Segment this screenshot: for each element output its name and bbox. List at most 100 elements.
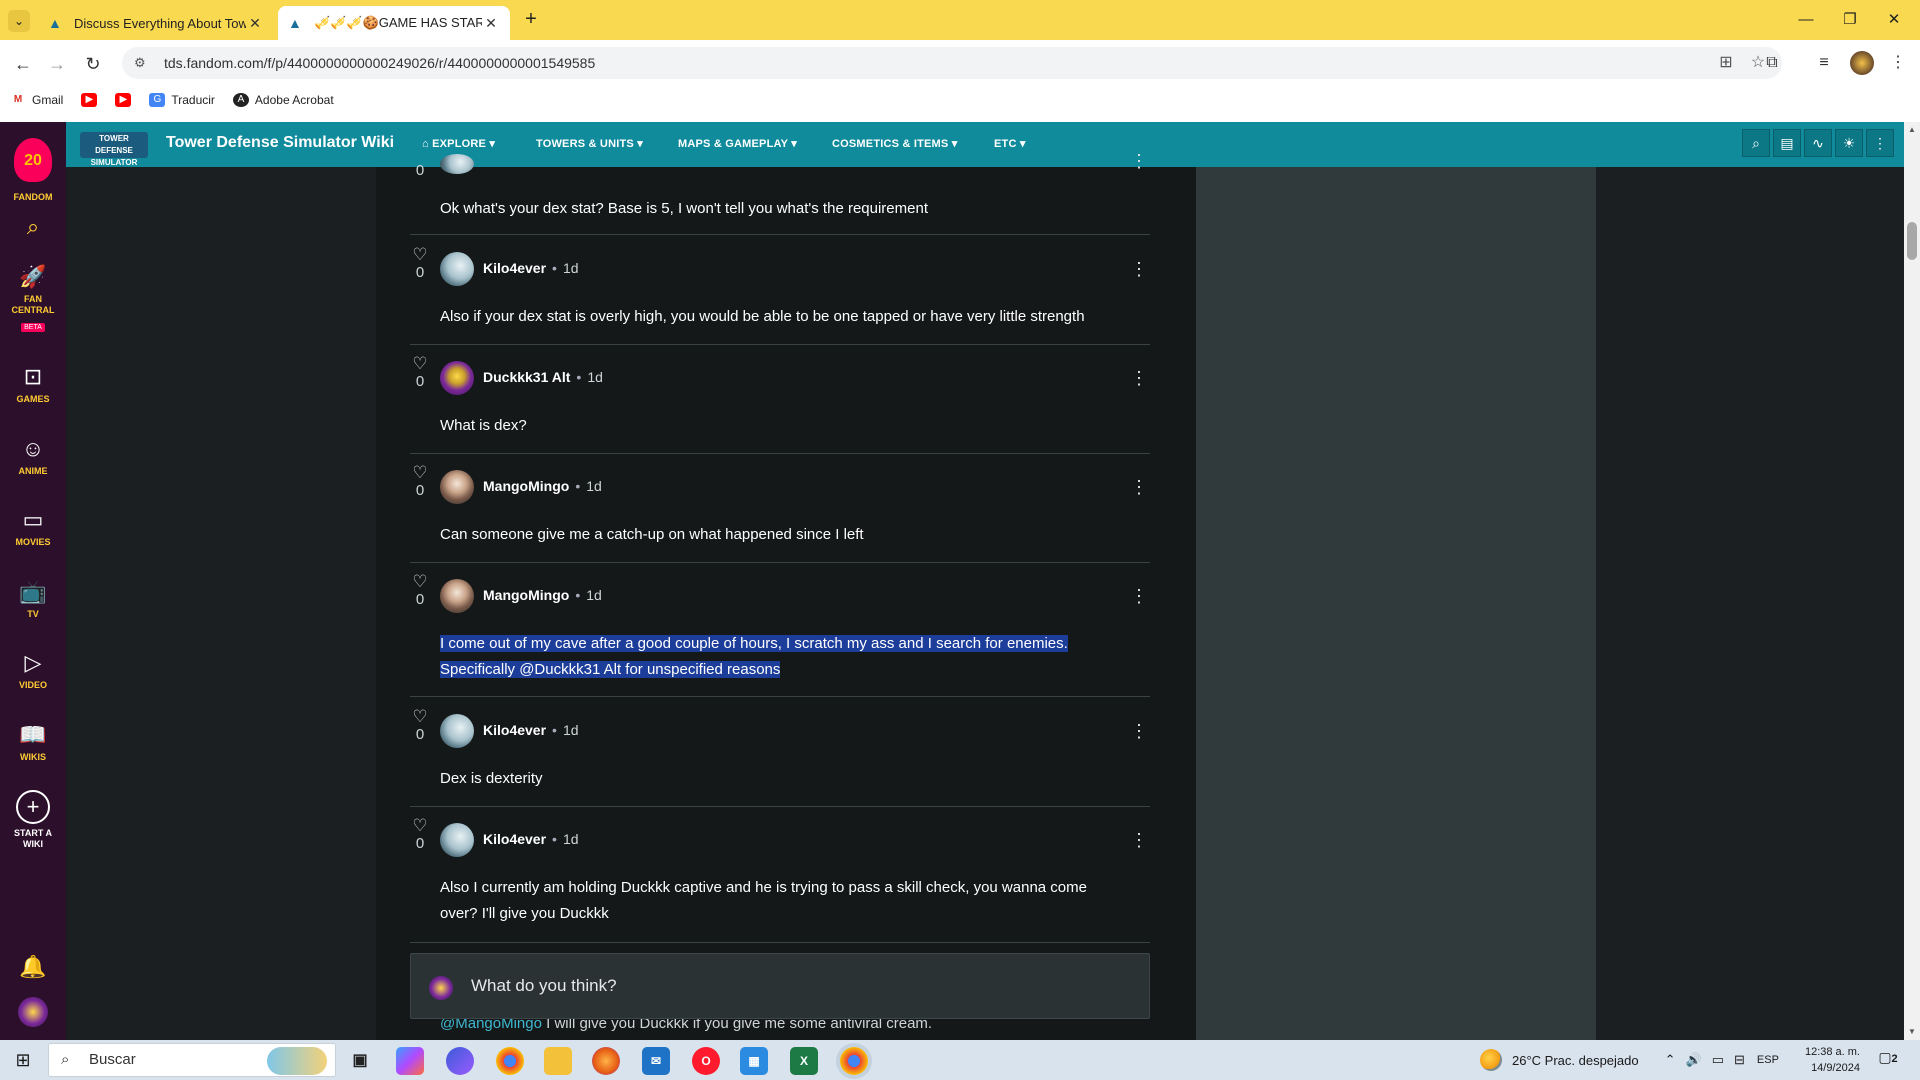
more-kebab-icon[interactable]: ⋮ bbox=[1130, 150, 1148, 172]
bookmark-traducir[interactable]: G Traducir bbox=[149, 93, 215, 107]
more-kebab-icon[interactable]: ⋮ bbox=[1130, 585, 1148, 607]
weather-text[interactable]: 26°C Prac. despejado bbox=[1512, 1053, 1639, 1068]
mail-icon[interactable]: ✉ bbox=[642, 1047, 670, 1075]
rail-item-anime[interactable]: ☺ ANIME bbox=[0, 436, 66, 477]
tab-game-has-started[interactable]: ▲ 🎺🎺🎺🍪GAME HAS STARTE ✕ bbox=[278, 6, 510, 40]
window-close-icon[interactable]: ✕ bbox=[1874, 8, 1914, 32]
heart-icon[interactable]: ♡ bbox=[410, 464, 430, 482]
heart-icon[interactable]: ♡ bbox=[410, 573, 430, 591]
nav-maps-gameplay[interactable]: MAPS & GAMEPLAY ▾ bbox=[678, 137, 797, 150]
menu-kebab-icon[interactable]: ⋮ bbox=[1886, 51, 1910, 75]
more-kebab-icon[interactable]: ⋮ bbox=[1130, 720, 1148, 742]
read-mode-book-icon[interactable]: ▤ bbox=[1773, 129, 1801, 157]
rail-item-fan-central[interactable]: 🚀 FAN CENTRAL BETA bbox=[0, 264, 66, 334]
clock[interactable]: 12:38 a. m. 14/9/2024 bbox=[1790, 1044, 1860, 1076]
reload-icon[interactable]: ↻ bbox=[80, 51, 106, 77]
heart-icon[interactable]: ♡ bbox=[410, 355, 430, 373]
wiki-title[interactable]: Tower Defense Simulator Wiki bbox=[166, 134, 394, 152]
avatar[interactable] bbox=[440, 714, 474, 748]
tab-discuss[interactable]: ▲ Discuss Everything About Towe ✕ bbox=[38, 6, 274, 40]
user-avatar[interactable] bbox=[0, 997, 66, 1027]
nav-cosmetics-items[interactable]: COSMETICS & ITEMS ▾ bbox=[832, 137, 957, 150]
activity-pulse-icon[interactable]: ∿ bbox=[1804, 129, 1832, 157]
rail-item-games[interactable]: ⊡ GAMES bbox=[0, 364, 66, 405]
bookmark-adobe-acrobat[interactable]: A Adobe Acrobat bbox=[232, 93, 334, 107]
heart-icon[interactable]: ♡ bbox=[410, 817, 430, 835]
scroll-down-icon[interactable]: ▼ bbox=[1906, 1026, 1918, 1038]
fandom-tab-icon: ▲ bbox=[48, 15, 62, 31]
app-icon[interactable] bbox=[446, 1047, 474, 1075]
like-count: 0 bbox=[415, 482, 425, 499]
avatar[interactable] bbox=[440, 470, 474, 504]
excel-icon[interactable]: X bbox=[790, 1047, 818, 1075]
more-kebab-icon[interactable]: ⋮ bbox=[1130, 367, 1148, 389]
weather-icon[interactable] bbox=[1480, 1049, 1502, 1071]
theme-sun-icon[interactable]: ☀ bbox=[1835, 129, 1863, 157]
more-kebab-icon[interactable]: ⋮ bbox=[1130, 829, 1148, 851]
firefox-icon[interactable] bbox=[592, 1047, 620, 1075]
youtube-icon: ▶ bbox=[115, 93, 132, 107]
bookmark-youtube-2[interactable]: ▶ bbox=[115, 93, 132, 107]
minimize-icon[interactable]: — bbox=[1786, 8, 1826, 32]
copilot-icon[interactable] bbox=[396, 1047, 424, 1075]
forward-arrow-icon[interactable]: → bbox=[44, 51, 70, 77]
chrome-active-icon[interactable] bbox=[840, 1047, 868, 1075]
bookmark-youtube-1[interactable]: ▶ bbox=[81, 93, 98, 107]
extensions-puzzle-icon[interactable]: ⧉ bbox=[1760, 51, 1784, 75]
heart-icon[interactable]: ♡ bbox=[410, 708, 430, 726]
nav-explore[interactable]: ⌂ EXPLORE ▾ bbox=[422, 137, 495, 150]
avatar[interactable] bbox=[440, 154, 474, 174]
store-icon[interactable]: ▦ bbox=[740, 1047, 768, 1075]
wiki-search-icon[interactable]: ⌕ bbox=[1742, 129, 1770, 157]
profile-avatar[interactable] bbox=[1850, 51, 1874, 75]
fandom-home[interactable]: 20 FANDOM bbox=[0, 130, 66, 203]
avatar[interactable] bbox=[440, 579, 474, 613]
volume-icon[interactable]: 🔊 bbox=[1686, 1052, 1702, 1068]
tab-list-chevron-icon[interactable]: ⌄ bbox=[8, 10, 30, 32]
chevron-up-icon[interactable]: ⌃ bbox=[1665, 1052, 1676, 1068]
media-controls-icon[interactable]: ≡ bbox=[1812, 51, 1836, 75]
site-info-icon[interactable]: ⚙ bbox=[134, 55, 152, 71]
taskbar-search[interactable]: ⌕ Buscar bbox=[48, 1043, 336, 1077]
wiki-logo[interactable]: TOWER DEFENSE SIMULATOR bbox=[80, 132, 148, 167]
global-search[interactable]: ⌕ bbox=[0, 214, 66, 240]
avatar[interactable] bbox=[440, 823, 474, 857]
address-bar[interactable]: ⚙ tds.fandom.com/f/p/4400000000000249026… bbox=[122, 47, 1782, 79]
notification-center[interactable]: ▢2 bbox=[1876, 1049, 1900, 1071]
opera-icon[interactable]: O bbox=[692, 1047, 720, 1075]
windows-start-icon[interactable]: ⊞ bbox=[12, 1049, 34, 1071]
translate-icon[interactable]: ⊞ bbox=[1714, 51, 1738, 75]
reply-composer[interactable]: What do you think? bbox=[410, 953, 1150, 1019]
more-kebab-icon[interactable]: ⋮ bbox=[1130, 258, 1148, 280]
heart-icon[interactable]: ♡ bbox=[410, 246, 430, 264]
nav-towers-units[interactable]: TOWERS & UNITS ▾ bbox=[536, 137, 643, 150]
chrome-icon[interactable] bbox=[496, 1047, 524, 1075]
notifications-bell[interactable]: 🔔 bbox=[0, 954, 66, 980]
more-kebab-icon[interactable]: ⋮ bbox=[1866, 129, 1894, 157]
rail-item-movies[interactable]: ▭ MOVIES bbox=[0, 507, 66, 548]
rail-item-start-a-wiki[interactable]: + START A WIKI bbox=[0, 790, 66, 850]
task-view-icon[interactable]: ▣ bbox=[346, 1047, 374, 1075]
close-icon[interactable]: ✕ bbox=[482, 15, 500, 32]
avatar[interactable] bbox=[440, 252, 474, 286]
close-icon[interactable]: ✕ bbox=[246, 15, 264, 32]
bookmark-gmail[interactable]: M Gmail bbox=[10, 93, 63, 107]
rail-item-wikis[interactable]: 📖 WIKIS bbox=[0, 722, 66, 763]
network-icon[interactable]: ▭ bbox=[1712, 1052, 1724, 1068]
scroll-up-icon[interactable]: ▲ bbox=[1906, 124, 1918, 136]
rail-item-tv[interactable]: 📺 TV bbox=[0, 579, 66, 620]
back-arrow-icon[interactable]: ← bbox=[10, 51, 36, 77]
more-kebab-icon[interactable]: ⋮ bbox=[1130, 476, 1148, 498]
gamepad-icon: ⊡ bbox=[23, 364, 43, 389]
rail-item-video[interactable]: ▷ VIDEO bbox=[0, 650, 66, 691]
like-count: 0 bbox=[415, 264, 425, 281]
file-explorer-icon[interactable] bbox=[544, 1047, 572, 1075]
avatar[interactable] bbox=[440, 361, 474, 395]
display-icon[interactable]: ⊟ bbox=[1734, 1052, 1745, 1068]
language-indicator[interactable]: ESP bbox=[1757, 1054, 1779, 1066]
nav-etc[interactable]: ETC ▾ bbox=[994, 137, 1026, 150]
scrollbar-thumb[interactable] bbox=[1907, 222, 1917, 260]
new-tab-plus-icon[interactable]: + bbox=[520, 8, 542, 30]
reply-body: Also I currently am holding Duckkk capti… bbox=[440, 879, 1087, 922]
restore-icon[interactable]: ❐ bbox=[1830, 8, 1870, 32]
